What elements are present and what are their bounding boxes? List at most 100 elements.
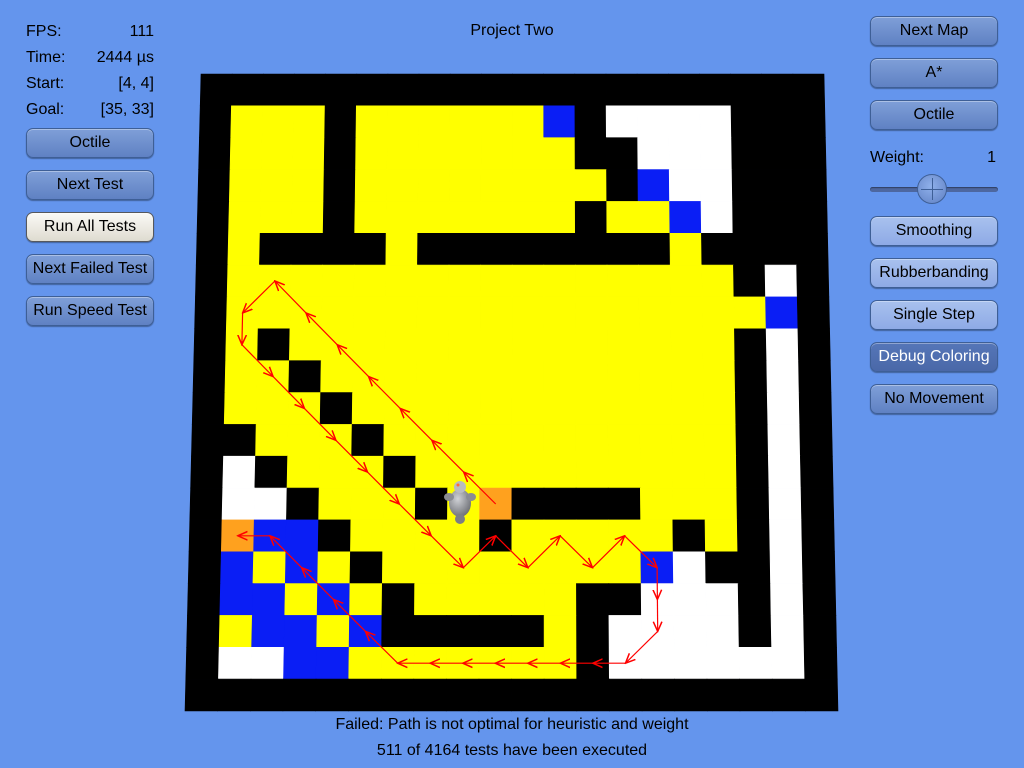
open-cell: [700, 201, 734, 234]
visited-cell: [480, 201, 513, 234]
wall-cell: [286, 487, 320, 521]
visited-cell: [703, 424, 737, 457]
visited-cell: [415, 392, 449, 425]
frontier-cell: [765, 296, 799, 330]
visited-cell: [511, 519, 545, 553]
open-cell: [700, 169, 733, 202]
no-movement-toggle[interactable]: No Movement: [870, 384, 998, 414]
visited-cell: [355, 137, 388, 170]
wall-cell: [543, 73, 576, 107]
frontier-cell: [285, 519, 319, 553]
frontier-cell: [283, 646, 317, 680]
open-cell: [218, 646, 252, 680]
visited-cell: [416, 264, 450, 298]
open-cell: [705, 615, 740, 648]
visited-cell: [512, 105, 545, 138]
open-cell: [668, 105, 701, 138]
path-arrow: [242, 312, 243, 345]
wall-cell: [636, 73, 669, 107]
visited-cell: [479, 360, 513, 393]
wall-cell: [191, 424, 225, 457]
wall-cell: [187, 583, 221, 616]
visited-cell: [228, 201, 262, 234]
rubberbanding-toggle[interactable]: Rubberbanding: [870, 258, 998, 288]
visited-cell: [227, 233, 261, 266]
wall-cell: [187, 551, 222, 584]
wall-cell: [196, 201, 230, 234]
wall-cell: [223, 424, 257, 457]
wall-cell: [199, 105, 232, 138]
weight-slider-handle[interactable]: [917, 174, 947, 204]
frontier-cell: [637, 169, 670, 202]
wall-cell: [798, 392, 833, 425]
visited-cell: [255, 424, 289, 457]
wall-cell: [543, 487, 577, 521]
heuristic-select-button[interactable]: Octile: [870, 100, 998, 130]
visited-cell: [480, 105, 513, 138]
wall-cell: [736, 519, 771, 553]
wall-cell: [198, 137, 232, 170]
visited-cell: [703, 392, 737, 425]
wall-cell: [730, 73, 763, 107]
visited-cell: [448, 328, 481, 362]
wall-cell: [761, 105, 795, 138]
debug-coloring-toggle[interactable]: Debug Coloring: [870, 342, 998, 372]
visited-cell: [704, 519, 739, 553]
wall-cell: [739, 678, 774, 712]
visited-cell: [415, 455, 449, 489]
visited-cell: [575, 455, 609, 489]
weight-row: Weight: 1: [870, 148, 998, 168]
open-cell: [253, 487, 288, 521]
open-cell: [673, 583, 707, 616]
wall-cell: [796, 264, 830, 298]
visited-cell: [575, 519, 609, 553]
visited-cell: [543, 615, 577, 648]
open-cell: [672, 551, 707, 584]
visited-cell: [229, 137, 263, 170]
visited-cell: [671, 392, 705, 425]
visited-cell: [446, 583, 480, 616]
visited-cell: [511, 296, 545, 330]
wall-cell: [574, 73, 607, 107]
visited-cell: [670, 360, 704, 393]
visited-cell: [543, 583, 577, 616]
wall-cell: [798, 360, 832, 393]
visited-cell: [252, 551, 287, 584]
wall-cell: [192, 360, 226, 393]
wall-cell: [191, 392, 226, 425]
wall-cell: [317, 519, 352, 553]
visited-cell: [543, 296, 576, 330]
wall-cell: [733, 264, 766, 298]
next-map-button[interactable]: Next Map: [870, 16, 998, 46]
open-cell: [706, 646, 740, 680]
single-step-toggle[interactable]: Single Step: [870, 300, 998, 330]
visited-cell: [606, 201, 639, 234]
open-cell: [770, 615, 805, 648]
wall-cell: [803, 646, 838, 680]
frontier-cell: [543, 105, 576, 138]
visited-cell: [702, 328, 736, 362]
visited-cell: [479, 392, 513, 425]
visited-cell: [512, 137, 545, 170]
visited-cell: [228, 169, 262, 202]
wall-cell: [480, 233, 513, 266]
smoothing-toggle[interactable]: Smoothing: [870, 216, 998, 246]
weight-label: Weight:: [870, 149, 924, 166]
visited-cell: [348, 646, 382, 680]
visited-cell: [355, 105, 388, 138]
wall-cell: [797, 328, 831, 362]
visited-cell: [449, 105, 482, 138]
visited-cell: [639, 392, 673, 425]
wall-cell: [793, 105, 826, 138]
visited-cell: [608, 551, 642, 584]
visited-cell: [511, 169, 545, 202]
algorithm-button[interactable]: A*: [870, 58, 998, 88]
visited-cell: [672, 487, 706, 521]
visited-cell: [352, 328, 386, 362]
wall-cell: [351, 424, 385, 457]
wall-cell: [762, 137, 796, 170]
visited-cell: [671, 424, 705, 457]
wall-cell: [637, 233, 671, 266]
visited-cell: [575, 392, 609, 425]
visited-cell: [480, 137, 513, 170]
